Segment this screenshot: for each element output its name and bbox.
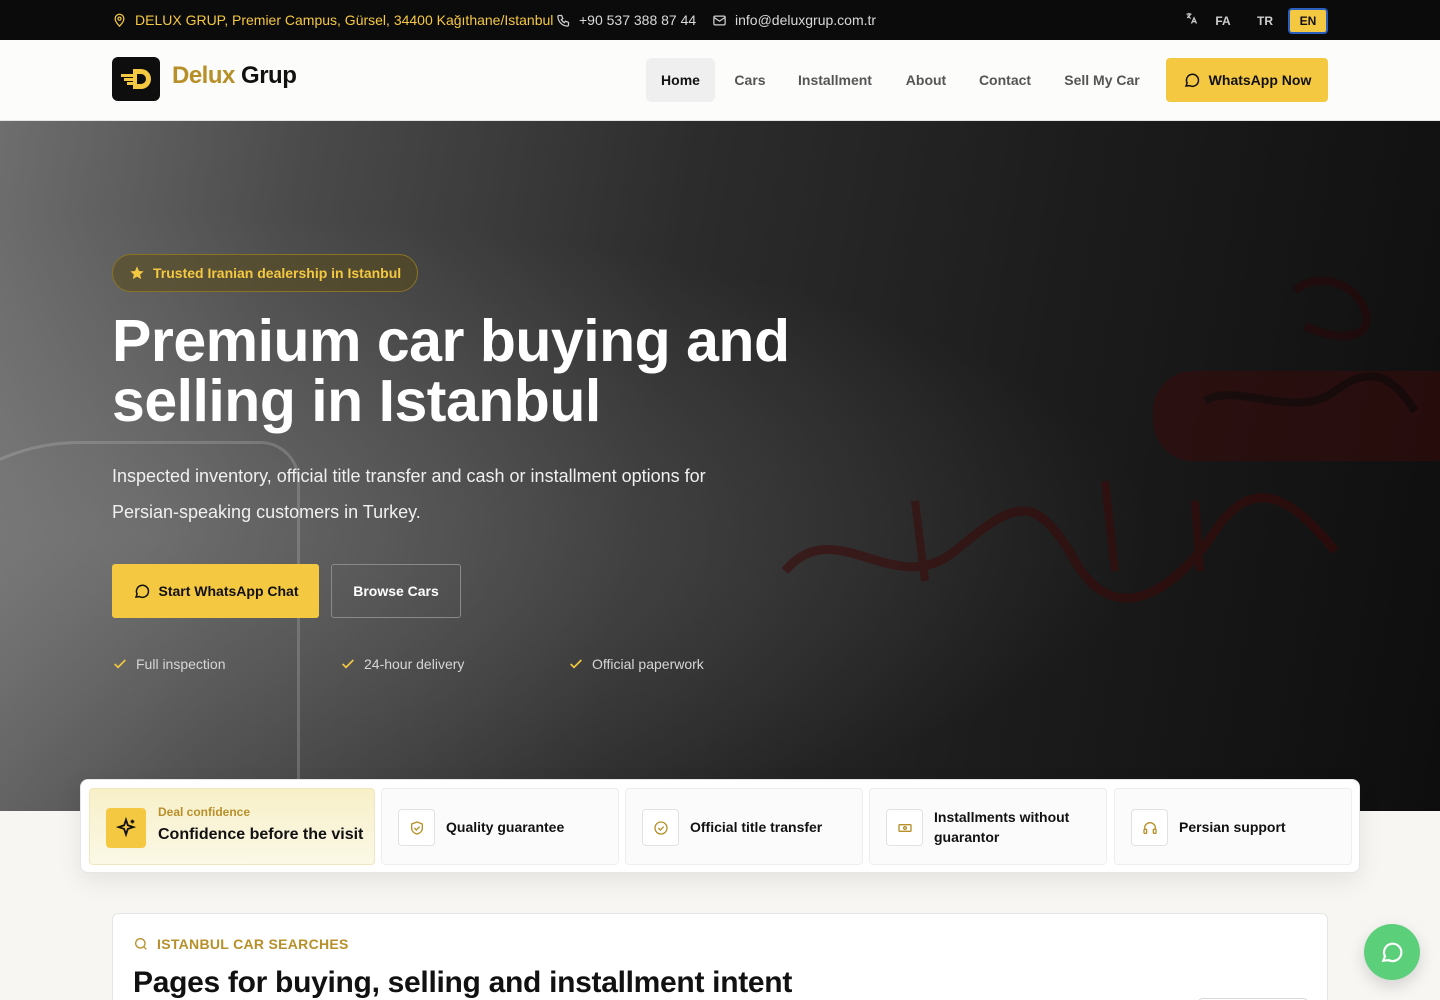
logo-icon[interactable] [112, 57, 160, 101]
nav-about[interactable]: About [895, 58, 957, 102]
banknote-icon [886, 809, 923, 846]
translate-icon [1186, 12, 1198, 24]
nav-contact[interactable]: Contact [968, 58, 1042, 102]
language-fa-button[interactable]: FA [1203, 8, 1243, 34]
feature-official-title-transfer: Official title transfer [625, 788, 863, 865]
mail-icon [713, 15, 726, 25]
phone-icon [557, 14, 570, 27]
language-en-button[interactable]: EN [1288, 8, 1328, 34]
check-icon [570, 659, 582, 669]
browse-cars-button[interactable]: Browse Cars [331, 564, 461, 618]
hero-subtitle: Inspected inventory, official title tran… [112, 466, 706, 522]
shield-check-icon [398, 809, 435, 846]
check-official-paperwork: Official paperwork [568, 656, 704, 672]
check-label: 24-hour delivery [364, 656, 465, 672]
whatsapp-now-button[interactable]: WhatsApp Now [1166, 58, 1328, 102]
sparkle-icon [106, 808, 146, 848]
check-label: Full inspection [136, 656, 226, 672]
logo-text-grup: Grup [241, 62, 297, 89]
nav-home[interactable]: Home [646, 58, 715, 102]
start-whatsapp-chat-button[interactable]: Start WhatsApp Chat [112, 564, 319, 618]
car-searches-section: ISTANBUL CAR SEARCHES Pages for buying, … [112, 913, 1328, 1000]
star-icon [130, 266, 144, 280]
nav-cars[interactable]: Cars [723, 58, 777, 102]
hero-title: Premium car buying and selling in Istanb… [112, 308, 790, 434]
start-whatsapp-chat-label: Start WhatsApp Chat [158, 583, 299, 599]
check-24-hour-delivery: 24-hour delivery [340, 656, 464, 672]
email-text: info@deluxgrup.com.tr [735, 12, 877, 28]
section-title: Pages for buying, selling and installmen… [133, 966, 793, 999]
check-label: Official paperwork [592, 656, 704, 672]
search-icon [135, 938, 147, 950]
feature-label: Persian support [1179, 819, 1286, 835]
feature-installments: Installments without guarantor [869, 788, 1107, 865]
nav-installment[interactable]: Installment [787, 58, 883, 102]
floating-whatsapp-button[interactable] [1364, 924, 1420, 980]
email-link[interactable]: info@deluxgrup.com.tr [712, 0, 876, 40]
phone-text: +90 537 388 87 44 [579, 12, 697, 28]
section-kicker: ISTANBUL CAR SEARCHES [133, 936, 349, 952]
check-icon [114, 659, 126, 669]
top-bar: DELUX GRUP, Premier Campus, Gürsel, 3440… [0, 0, 1440, 40]
logo-text[interactable]: Delux Grup [172, 62, 297, 90]
chat-bubble-icon [1184, 73, 1199, 87]
site-header: Delux Grup Home Cars Installment About C… [0, 40, 1440, 121]
feature-label: Quality guarantee [446, 819, 565, 835]
feature-persian-support: Persian support [1114, 788, 1352, 865]
address-text: DELUX GRUP, Premier Campus, Gürsel, 3440… [135, 12, 554, 28]
feature-deal-confidence: Deal confidence Confidence before the vi… [89, 788, 375, 865]
trust-badge: Trusted Iranian dealership in Istanbul [112, 254, 419, 292]
nav-sell-my-car[interactable]: Sell My Car [1054, 58, 1150, 102]
check-icon [342, 659, 354, 669]
language-tr-button[interactable]: TR [1245, 8, 1285, 34]
feature-highlight-title: Confidence before the visit [158, 826, 364, 843]
feature-quality-guarantee: Quality guarantee [381, 788, 619, 865]
whatsapp-now-label: WhatsApp Now [1208, 72, 1312, 88]
hero-calligraphy-graphic [781, 276, 1440, 603]
features-strip: Deal confidence Confidence before the vi… [80, 779, 1360, 873]
logo-text-delux: Delux [172, 62, 235, 89]
feature-label: Official title transfer [690, 819, 823, 835]
phone-link[interactable]: +90 537 388 87 44 [556, 0, 696, 40]
trust-badge-text: Trusted Iranian dealership in Istanbul [153, 265, 402, 281]
hero-section: Trusted Iranian dealership in Istanbul P… [0, 121, 1440, 811]
feature-label: Installments without guarantor [934, 809, 1070, 845]
chat-bubble-icon [134, 584, 149, 598]
address-link[interactable]: DELUX GRUP, Premier Campus, Gürsel, 3440… [112, 0, 553, 40]
headphones-icon [1131, 809, 1168, 846]
section-kicker-text: ISTANBUL CAR SEARCHES [157, 936, 349, 952]
check-full-inspection: Full inspection [112, 656, 226, 672]
badge-check-icon [642, 809, 679, 846]
feature-kicker: Deal confidence [158, 805, 251, 819]
map-pin-icon [114, 13, 125, 27]
chat-bubble-icon [1381, 942, 1403, 963]
